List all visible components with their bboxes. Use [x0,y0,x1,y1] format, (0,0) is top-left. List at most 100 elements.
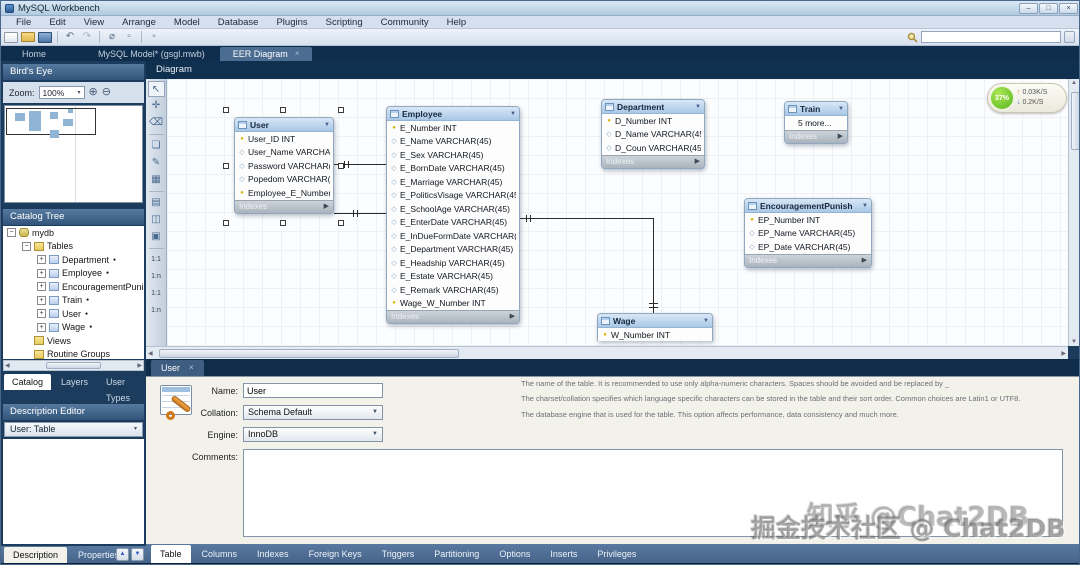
collapse-arrow-icon[interactable]: ▼ [324,122,330,128]
eraser-tool[interactable]: ⌫ [148,115,165,131]
hand-tool[interactable]: ✛ [148,98,165,114]
indexes-footer[interactable]: Indexes▶ [785,130,847,143]
table-tool[interactable]: ▤ [148,195,165,211]
menu-item-file[interactable]: File [7,16,40,29]
tree-node-employee[interactable]: +Employee● [3,267,144,281]
open-model-icon[interactable] [21,32,35,42]
nav-down-icon[interactable]: ▼ [131,548,144,561]
zoom-out-icon[interactable]: ⊖ [102,86,111,99]
collapse-arrow-icon[interactable]: ▼ [510,111,516,117]
horizontal-scrollbar-thumb[interactable] [159,349,459,358]
selection-handle[interactable] [223,220,229,226]
menu-item-community[interactable]: Community [372,16,438,29]
tab-options[interactable]: Options [490,545,539,563]
grid-icon[interactable]: ▫ [122,31,136,44]
redo-icon[interactable]: ↷ [80,31,94,44]
nav-up-icon[interactable]: ▲ [116,548,129,561]
tree-node-train[interactable]: +Train● [3,294,144,308]
expand-icon[interactable]: + [37,296,46,305]
table-node-wage[interactable]: Wage▼●W_Number INT [597,313,713,341]
table-node-train[interactable]: Train▼5 more...Indexes▶ [784,101,848,144]
search-go-button[interactable] [1064,31,1075,43]
vertical-scrollbar-thumb[interactable] [1071,92,1080,150]
scroll-down-icon[interactable]: ▼ [1071,339,1077,345]
tab-partitioning[interactable]: Partitioning [425,545,488,563]
close-tab-icon[interactable]: × [295,47,300,61]
tree-scrollbar[interactable]: ◀▶ [3,360,144,371]
description-editor-body[interactable] [3,439,144,544]
expand-icon[interactable]: + [37,269,46,278]
tree-node-wage[interactable]: +Wage● [3,321,144,335]
minimize-button[interactable]: – [1019,3,1038,14]
tree-scrollbar-thumb[interactable] [46,362,101,369]
pointer-tool[interactable]: ↖ [148,81,165,97]
collapse-icon[interactable]: − [22,242,31,251]
layer-tool[interactable]: ❏ [148,138,165,154]
extra-tool-icon[interactable]: ▪ [147,31,161,44]
collapse-arrow-icon[interactable]: ▼ [695,104,701,110]
rel-1-n-tool[interactable]: 1:n [148,269,165,285]
tree-node-views[interactable]: Views [3,334,144,348]
rel-1-1-tool[interactable]: 1:1 [148,252,165,268]
expand-icon[interactable]: + [37,323,46,332]
table-name-input[interactable] [243,383,383,398]
collapse-arrow-icon[interactable]: ▼ [703,318,709,324]
indexes-footer[interactable]: Indexes▶ [745,254,871,267]
expand-icon[interactable]: + [37,255,46,264]
tree-node-department[interactable]: +Department● [3,253,144,267]
tab-table[interactable]: Table [151,545,191,563]
tab-inserts[interactable]: Inserts [541,545,586,563]
tab-privileges[interactable]: Privileges [588,545,645,563]
zoom-select[interactable]: 100%▾ [39,86,85,99]
tree-node-tables[interactable]: −Tables [3,240,144,254]
collapse-icon[interactable]: − [7,228,16,237]
tab-triggers[interactable]: Triggers [373,545,424,563]
tree-node-mydb[interactable]: −mydb [3,226,144,240]
relationship-line-user-employee-2[interactable] [334,213,386,214]
selection-handle[interactable] [338,163,344,169]
table-node-department[interactable]: Department▼●D_Number INT◇D_Name VARCHAR(… [601,99,705,169]
indexes-footer[interactable]: Indexes▶ [602,155,704,168]
indexes-footer[interactable]: Indexes▶ [235,200,333,213]
selection-handle[interactable] [280,107,286,113]
tab-user-editor[interactable]: User× [151,360,204,376]
new-document-icon[interactable] [4,32,18,43]
canvas-vertical-scrollbar[interactable]: ▲ ▼ [1068,79,1080,346]
tab-description[interactable]: Description [4,547,67,563]
zoom-in-icon[interactable]: ⊕ [89,86,98,99]
tab-indexes[interactable]: Indexes [248,545,298,563]
network-speed-widget[interactable]: 37% ↑ 0.03K/S ↓ 0.2K/S [987,83,1067,113]
undo-icon[interactable]: ↶ [63,31,77,44]
collapse-arrow-icon[interactable]: ▼ [862,203,868,209]
selection-handle[interactable] [223,163,229,169]
tree-node-encouragementpunish[interactable]: +EncouragementPunish● [3,280,144,294]
tab-foreign-keys[interactable]: Foreign Keys [300,545,371,563]
maximize-button[interactable]: □ [1039,3,1058,14]
close-tab-icon[interactable]: × [189,360,194,376]
routine-group-tool[interactable]: ▣ [148,229,165,245]
menu-item-view[interactable]: View [75,16,113,29]
menu-item-help[interactable]: Help [438,16,476,29]
rel-1-1-id-tool[interactable]: 1:1 [148,286,165,302]
birds-eye-minimap[interactable] [4,105,143,203]
text-tool[interactable]: ✎ [148,155,165,171]
tab-eer-diagram[interactable]: EER Diagram× [220,47,313,61]
indexes-footer[interactable]: Indexes▶ [387,310,519,323]
selection-handle[interactable] [338,107,344,113]
menu-item-model[interactable]: Model [165,16,209,29]
scroll-up-icon[interactable]: ▲ [1071,80,1077,86]
selection-handle[interactable] [280,220,286,226]
comments-textarea[interactable] [243,449,1063,537]
save-model-icon[interactable] [38,32,52,43]
collapse-arrow-icon[interactable]: ▼ [838,106,844,112]
expand-icon[interactable]: + [37,309,46,318]
selection-handle[interactable] [223,107,229,113]
tab-home[interactable]: Home [9,47,59,61]
scroll-right-icon[interactable]: ▶ [1061,350,1066,357]
collation-select[interactable]: Schema Default▼ [243,405,383,420]
tree-node-routine-groups[interactable]: Routine Groups [3,348,144,360]
tab-layers[interactable]: Layers [53,374,96,390]
menu-item-plugins[interactable]: Plugins [267,16,316,29]
tab-user-types[interactable]: User Types [98,374,146,390]
scroll-left-icon[interactable]: ◀ [148,350,153,357]
